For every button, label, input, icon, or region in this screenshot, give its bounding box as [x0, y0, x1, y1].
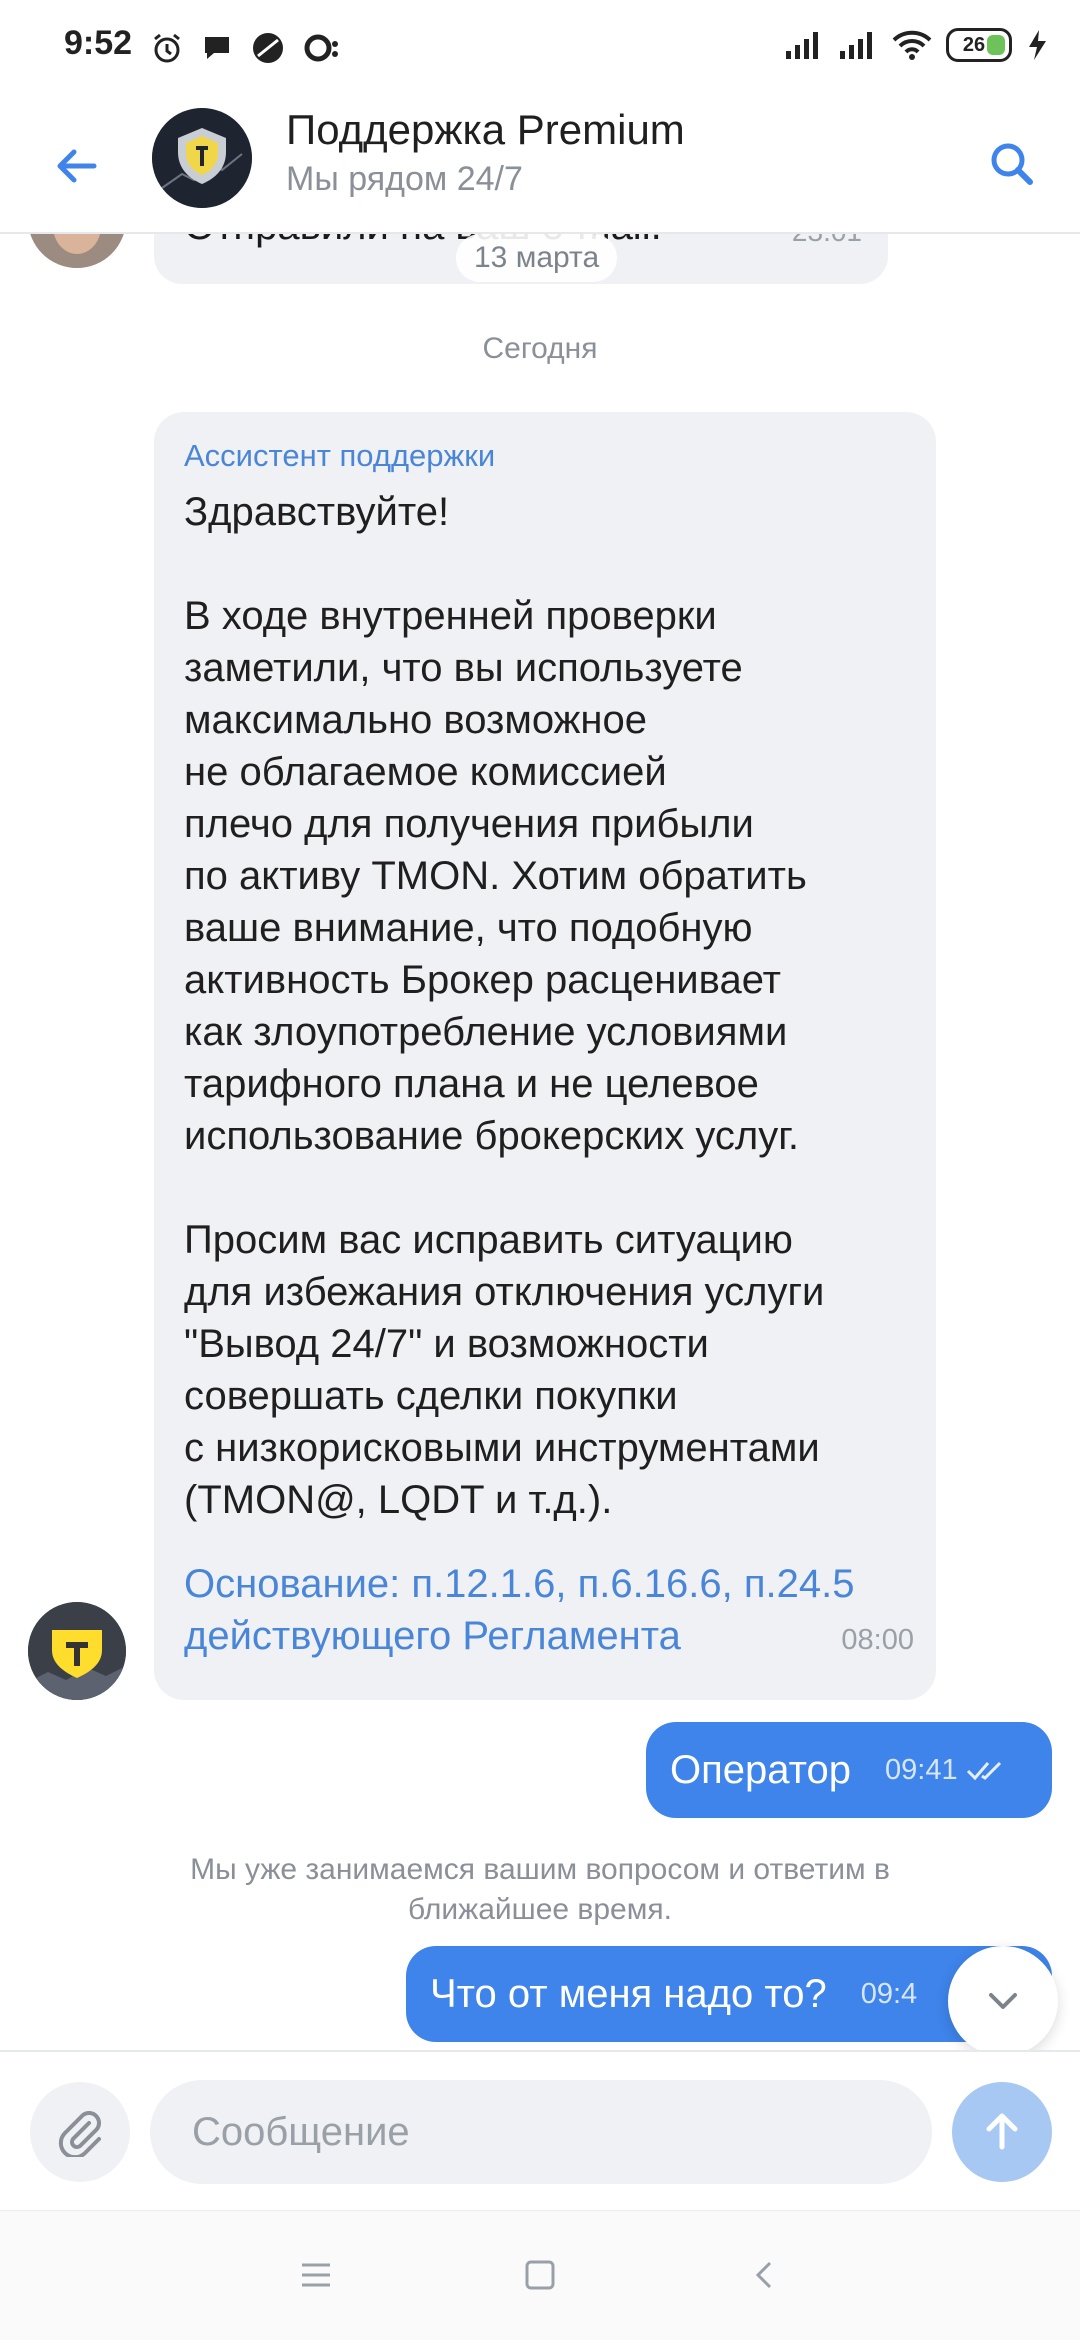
incoming-message-bubble[interactable]: Ассистент поддержки Здравствуйте! В ходе… — [154, 412, 936, 1700]
send-button[interactable] — [952, 2082, 1052, 2182]
outgoing-message-time: 09:41 — [885, 1753, 958, 1786]
paperclip-icon — [58, 2111, 101, 2157]
outgoing-message-bubble[interactable]: Оператор 09:41 — [646, 1722, 1052, 1818]
premium-logo-icon — [152, 108, 252, 208]
back-icon — [755, 2261, 772, 2289]
wifi-icon — [892, 30, 932, 60]
chat-title: Поддержка Premium — [286, 106, 685, 153]
message-composer — [0, 2050, 1080, 2210]
system-message: Мы уже занимаемся вашим вопросом и ответ… — [190, 1853, 890, 1926]
tinkoff-logo-icon — [28, 1602, 126, 1700]
day-separator: Сегодня — [482, 332, 598, 365]
battery-level: 26 — [962, 33, 986, 56]
charging-icon — [1029, 30, 1046, 60]
date-chip: 13 марта — [456, 234, 618, 282]
message-sender: Ассистент поддержки — [184, 438, 496, 473]
message-text: Здравствуйте! В ходе внутренней проверки… — [184, 490, 825, 1522]
arrow-left-icon — [57, 149, 97, 183]
previous-message-time: 23:01 — [792, 234, 862, 248]
chat-avatar[interactable] — [152, 108, 252, 208]
user-avatar[interactable] — [28, 234, 126, 268]
bot-avatar[interactable] — [28, 1602, 126, 1700]
chat-messages[interactable]: Отправили на ваш e-mail. 23:01 13 марта … — [0, 234, 1080, 2050]
read-checkmarks-icon — [966, 1758, 1006, 1782]
chat-bubble-icon — [205, 37, 229, 59]
system-nav-bar — [0, 2210, 1080, 2340]
no-disturb-icon — [253, 33, 283, 63]
attach-button[interactable] — [30, 2082, 130, 2182]
regulation-link[interactable]: Основание: п.12.1.6, п.6.16.6, п.24.5 де… — [184, 1558, 914, 1662]
search-button[interactable] — [972, 124, 1052, 204]
nav-home-button[interactable] — [510, 2245, 570, 2305]
message-input[interactable] — [150, 2080, 932, 2184]
status-bar: 9:52 26 — [0, 0, 1080, 96]
menu-icon — [302, 2263, 330, 2287]
user-photo — [28, 234, 126, 268]
chat-header: Поддержка Premium Мы рядом 24/7 — [0, 96, 1080, 234]
signal-icon — [840, 32, 872, 59]
notification-icon — [304, 34, 338, 62]
chat-subtitle: Мы рядом 24/7 — [286, 160, 523, 198]
signal-icon — [786, 32, 818, 59]
alarm-icon — [154, 33, 180, 63]
outgoing-message-time: 09:4 — [860, 1977, 918, 2010]
status-system-icons: 26 — [784, 28, 1048, 62]
back-button[interactable] — [36, 126, 116, 206]
nav-menu-button[interactable] — [286, 2245, 346, 2305]
chevron-down-icon — [989, 1993, 1017, 2009]
outgoing-message-text: Оператор — [670, 1747, 851, 1792]
message-time: 08:00 — [841, 1624, 914, 1656]
outgoing-message-text: Что от меня надо то? — [430, 1971, 827, 2016]
home-icon — [525, 2260, 555, 2290]
battery-icon: 26 — [946, 28, 1012, 62]
search-icon — [991, 143, 1033, 185]
scroll-down-button[interactable] — [948, 1946, 1058, 2050]
status-time: 9:52 — [64, 24, 133, 62]
arrow-up-icon — [986, 2113, 1018, 2150]
nav-back-button[interactable] — [736, 2245, 796, 2305]
status-notification-icons — [150, 30, 342, 66]
